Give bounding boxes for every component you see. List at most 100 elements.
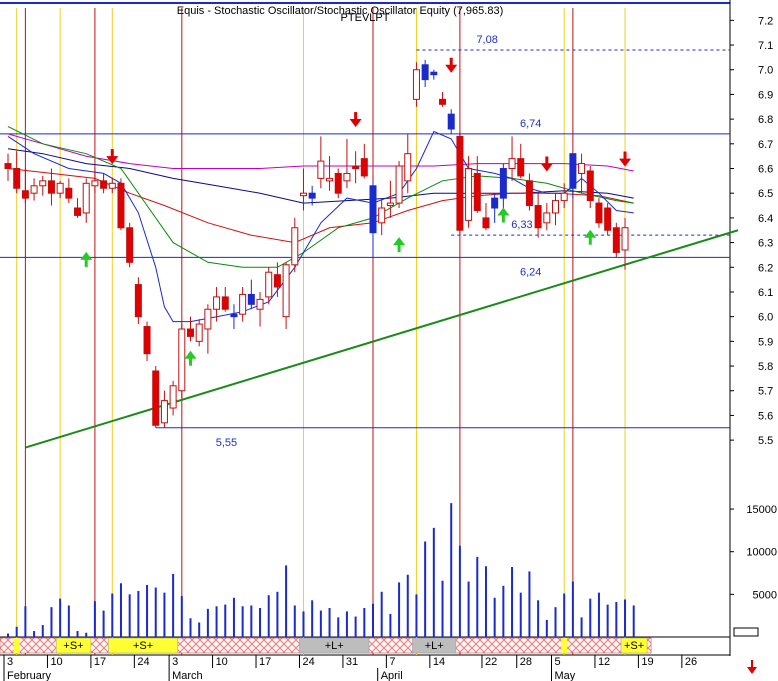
candle-body [612,227,620,253]
volume-tick-label: 10000 [746,547,777,559]
price-tick-label: 7.2 [758,15,773,27]
day-label: 19 [641,656,653,668]
candle-body [534,205,542,229]
price-tick-label: 7.1 [758,40,773,52]
candle-body [47,180,55,194]
candle-body [117,182,125,229]
scroll-box [733,627,759,637]
candle-body [352,165,360,170]
candle-body [508,158,516,170]
day-label: 24 [137,656,149,668]
candle-body [404,153,412,182]
candle-body [291,227,299,266]
price-tick-label: 6.1 [758,287,773,299]
candle-body [334,172,342,194]
candle-body [195,323,203,342]
candle-body [360,158,368,177]
day-label: 17 [259,656,271,668]
candle-body [378,207,386,224]
candle-body [100,180,108,189]
candle-body [74,207,82,216]
candle-body [439,98,447,105]
candle-body [13,168,21,189]
candle-body [126,227,134,263]
day-label: 3 [7,656,13,668]
candle-body [265,271,273,298]
candle-body [21,190,29,199]
candle-body [134,284,142,318]
candle-body [187,328,194,337]
day-label: 5 [555,656,561,668]
candle-body [560,192,568,202]
price-tick-label: 6.3 [758,238,773,250]
candle-body [247,293,255,305]
day-label: 28 [520,656,532,668]
signal-segment-label: +S+ [624,640,644,652]
candle-body [221,296,229,310]
chart-subtitle: PTEVLPT [341,12,390,24]
candle-body [604,207,612,231]
candle-body [421,64,429,81]
candle-body [273,274,281,288]
level-label: 6,74 [520,118,541,130]
candle-body [282,264,290,318]
day-label: 24 [302,656,314,668]
price-tick-label: 5.5 [758,435,773,447]
price-tick-label: 7.0 [758,65,773,77]
level-label: 6,24 [520,266,541,278]
price-tick-label: 6.7 [758,139,773,151]
candle-body [317,160,325,179]
price-tick-label: 6.8 [758,114,773,126]
candle-body [482,217,490,229]
candle-body [178,328,186,392]
candle-body [326,177,334,182]
level-label: 6,33 [511,219,532,231]
candle-body [578,163,586,174]
chart: 7,08 6,74 6,33 6,24 5,55 +S+ +S+ +L+ +L+ +S+ 7.2… [0,0,778,681]
candle-body [499,168,507,199]
candle-body [39,180,47,187]
candle-body [143,326,151,355]
candle-body [299,192,307,197]
candle-body [256,298,264,310]
price-tick-label: 6.9 [758,89,773,101]
candle-body [343,172,351,182]
candle-body [552,200,559,214]
level-label: 5,55 [216,437,237,449]
price-tick-label: 6.6 [758,164,773,176]
signal-segment-label: +S+ [63,640,83,652]
candle-body [430,71,438,76]
candle-body [4,163,12,170]
day-label: 26 [685,656,697,668]
candle-body [456,135,464,231]
signal-segment-label: +L+ [325,640,344,652]
candle-body [525,180,533,207]
candle-body [491,197,499,209]
signal-segment-label: +S+ [133,640,153,652]
day-label: 31 [346,656,358,668]
candle-body [595,202,603,224]
signal-segment-label: +L+ [425,640,444,652]
price-tick-label: 5.8 [758,361,773,373]
candle-body [569,153,577,189]
candle-body [213,296,221,310]
month-label: March [172,670,203,681]
candle-body [230,313,238,318]
price-tick-label: 6.0 [758,312,773,324]
month-label: February [7,670,52,681]
candle-body [30,185,38,194]
month-label: May [555,670,576,681]
month-label: April [381,670,403,681]
price-tick-label: 5.9 [758,336,773,348]
candle-body [91,180,99,187]
candle-body [152,370,160,426]
candle-body [169,385,177,409]
volume-tick-label: 15000 [746,504,777,516]
candle-body [56,182,64,194]
candle-body [412,69,420,100]
candle-body [308,192,316,199]
day-label: 10 [50,656,62,668]
day-label: 14 [433,656,445,668]
price-tick-label: 6.4 [758,213,773,225]
candle-body [65,187,73,199]
